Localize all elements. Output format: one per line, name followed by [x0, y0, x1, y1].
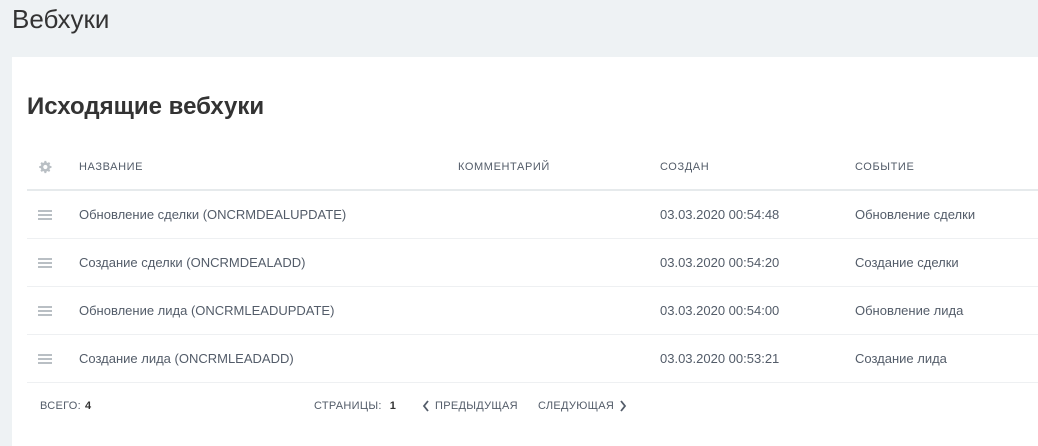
column-header-event[interactable]: СОБЫТИЕ [855, 145, 914, 189]
menu-icon [38, 305, 52, 316]
row-name[interactable]: Обновление лида (ONCRMLEADUPDATE) [79, 287, 334, 334]
column-header-name[interactable]: НАЗВАНИЕ [79, 145, 143, 189]
row-menu-button[interactable] [27, 335, 63, 382]
page-title: Вебхуки [12, 4, 110, 34]
chevron-left-icon [422, 400, 429, 412]
row-created: 03.03.2020 00:53:21 [660, 351, 780, 366]
pagination-pages: СТРАНИЦЫ: 1 [314, 383, 396, 429]
row-menu-button[interactable] [27, 239, 63, 286]
total-label: ВСЕГО: [40, 400, 82, 412]
row-name[interactable]: Создание лида (ONCRMLEADADD) [79, 335, 294, 382]
next-page-button[interactable]: СЛЕДУЮЩАЯ [538, 383, 627, 429]
section-title: Исходящие вебхуки [27, 93, 265, 120]
row-name[interactable]: Создание сделки (ONCRMDEALADD) [79, 239, 305, 286]
row-name[interactable]: Обновление сделки (ONCRMDEALUPDATE) [79, 191, 346, 238]
column-settings-button[interactable] [27, 145, 63, 189]
table-row[interactable]: Обновление сделки (ONCRMDEALUPDATE) 03.0… [27, 191, 1038, 239]
row-created: 03.03.2020 00:54:48 [660, 207, 780, 222]
menu-icon [38, 353, 52, 364]
current-page[interactable]: 1 [390, 400, 396, 412]
menu-icon [38, 257, 52, 268]
table-footer: ВСЕГО: 4 СТРАНИЦЫ: 1 ПРЕДЫДУЩАЯ СЛЕДУЮЩА… [27, 383, 1038, 429]
prev-page-label: ПРЕДЫДУЩАЯ [435, 400, 518, 412]
total-value: 4 [85, 400, 92, 412]
row-event: Обновление лида [855, 303, 964, 318]
row-created: 03.03.2020 00:54:20 [660, 255, 780, 270]
prev-page-button[interactable]: ПРЕДЫДУЩАЯ [422, 383, 518, 429]
webhooks-card: Исходящие вебхуки НАЗВАНИЕ КОММЕНТАРИЙ С… [12, 57, 1038, 446]
table-row[interactable]: Создание лида (ONCRMLEADADD) 03.03.2020 … [27, 335, 1038, 383]
gear-icon [39, 160, 52, 174]
row-menu-button[interactable] [27, 191, 63, 238]
row-created: 03.03.2020 00:54:00 [660, 303, 780, 318]
row-menu-button[interactable] [27, 287, 63, 334]
column-header-created[interactable]: СОЗДАН [660, 145, 709, 189]
total-count: ВСЕГО: 4 [40, 383, 91, 429]
table-row[interactable]: Обновление лида (ONCRMLEADUPDATE) 03.03.… [27, 287, 1038, 335]
row-event: Создание лида [855, 351, 947, 366]
menu-icon [38, 209, 52, 220]
table-header: НАЗВАНИЕ КОММЕНТАРИЙ СОЗДАН СОБЫТИЕ [27, 145, 1038, 191]
row-event: Создание сделки [855, 255, 959, 270]
row-event: Обновление сделки [855, 207, 976, 222]
table-row[interactable]: Создание сделки (ONCRMDEALADD) 03.03.202… [27, 239, 1038, 287]
webhooks-table: НАЗВАНИЕ КОММЕНТАРИЙ СОЗДАН СОБЫТИЕ Обно… [27, 145, 1038, 429]
next-page-label: СЛЕДУЮЩАЯ [538, 400, 615, 412]
column-header-comment[interactable]: КОММЕНТАРИЙ [458, 145, 550, 189]
pages-label: СТРАНИЦЫ: [314, 400, 382, 412]
chevron-right-icon [620, 400, 627, 412]
